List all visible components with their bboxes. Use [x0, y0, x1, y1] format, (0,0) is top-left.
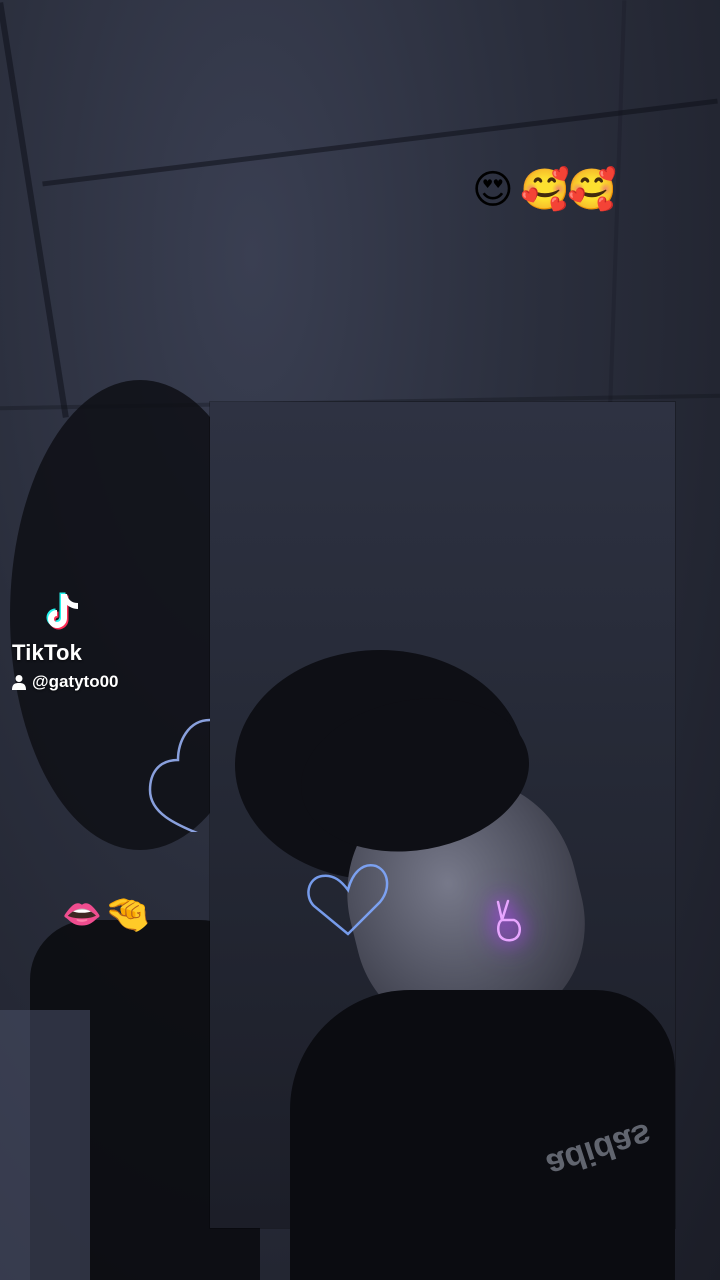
emoji-pinch: 🤏 [104, 892, 152, 936]
emoji-smiling-hearts: 🥰 [567, 167, 617, 213]
wall-crack [0, 2, 69, 418]
background-light-patch [0, 1010, 90, 1280]
tiktok-logo-icon [46, 592, 78, 630]
peace-hand-icon [496, 899, 522, 942]
emoji-lips: 👄 [62, 895, 102, 933]
tiktok-username: @gatyto00 [32, 672, 119, 691]
tiktok-username-row: @gatyto00 [12, 672, 172, 692]
heart-outline-icon [307, 863, 389, 936]
emoji-heart-eyes: 😍 [472, 167, 514, 213]
heart-outline-icon [148, 718, 211, 832]
user-icon [12, 675, 26, 690]
tiktok-watermark: TikTok @gatyto00 [12, 588, 172, 692]
emoji-smiling-hearts: 🥰 [520, 167, 570, 213]
tiktok-brand-label: TikTok [12, 640, 83, 665]
